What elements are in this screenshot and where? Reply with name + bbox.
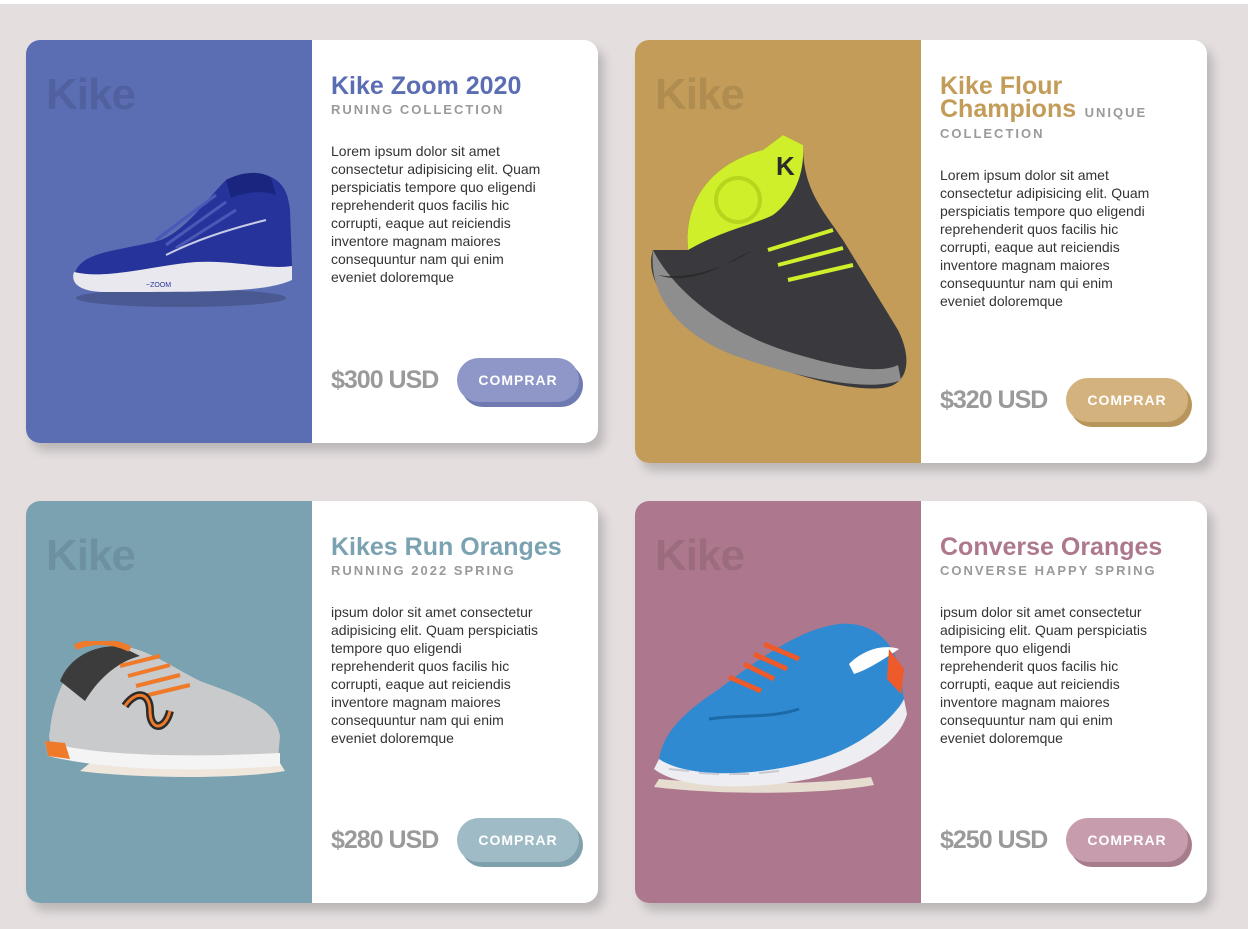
product-image-panel: Kike K [635,40,921,463]
buy-button[interactable]: COMPRAR [1066,378,1188,422]
shoe-image [654,623,907,793]
product-card: Kike Converse Oranges CONVERSE HAPPY SPR… [635,501,1207,903]
product-card: Kike K Kike Flour Champions UNIQUE COLLE… [635,40,1207,463]
product-title: Converse Oranges [940,533,1163,561]
product-info: Converse Oranges CONVERSE HAPPY SPRING i… [921,501,1207,903]
top-bar [0,0,1248,4]
shoe-image [45,641,285,777]
svg-text:~ZOOM: ~ZOOM [146,282,171,289]
svg-text:K: K [776,151,795,181]
buy-button[interactable]: COMPRAR [457,358,579,402]
product-price: $280 USD [331,826,439,854]
product-subtitle: RUNING COLLECTION [331,102,505,117]
product-card: Kike Kikes Run Oranges RUNNING 2022 SPRI… [26,501,598,903]
shoe-image: ~ZOOM [73,172,292,307]
brand-watermark: Kike [46,531,136,580]
product-info: Kike Zoom 2020 RUNING COLLECTION Lorem i… [312,40,598,443]
product-image-panel: Kike ~ZOOM [26,40,312,443]
product-title: Kike Flour Champions [940,72,1077,123]
brand-watermark: Kike [655,531,745,580]
buy-button[interactable]: COMPRAR [1066,818,1188,862]
product-subtitle: RUNNING 2022 SPRING [331,563,516,578]
product-description: Lorem ipsum dolor sit amet consectetur a… [331,143,541,285]
product-info: Kikes Run Oranges RUNNING 2022 SPRING ip… [312,501,598,903]
product-description: ipsum dolor sit amet consectetur adipisi… [331,604,538,746]
product-price: $300 USD [331,366,439,394]
buy-button[interactable]: COMPRAR [457,818,579,862]
brand-watermark: Kike [46,70,136,119]
product-image-panel: Kike [26,501,312,903]
product-card: Kike ~ZOOM Kike Zoom 2020 RUNING COLLECT… [26,40,598,443]
brand-watermark: Kike [655,70,745,119]
product-description: Lorem ipsum dolor sit amet consectetur a… [940,167,1150,309]
product-info: Kike Flour Champions UNIQUE COLLECTION L… [921,40,1207,463]
product-price: $320 USD [940,386,1048,414]
product-price: $250 USD [940,826,1048,854]
product-description: ipsum dolor sit amet consectetur adipisi… [940,604,1147,746]
shoe-image: K [651,135,907,389]
product-title: Kikes Run Oranges [331,533,562,561]
product-title: Kike Zoom 2020 [331,72,522,100]
product-image-panel: Kike [635,501,921,903]
product-subtitle: CONVERSE HAPPY SPRING [940,563,1157,578]
